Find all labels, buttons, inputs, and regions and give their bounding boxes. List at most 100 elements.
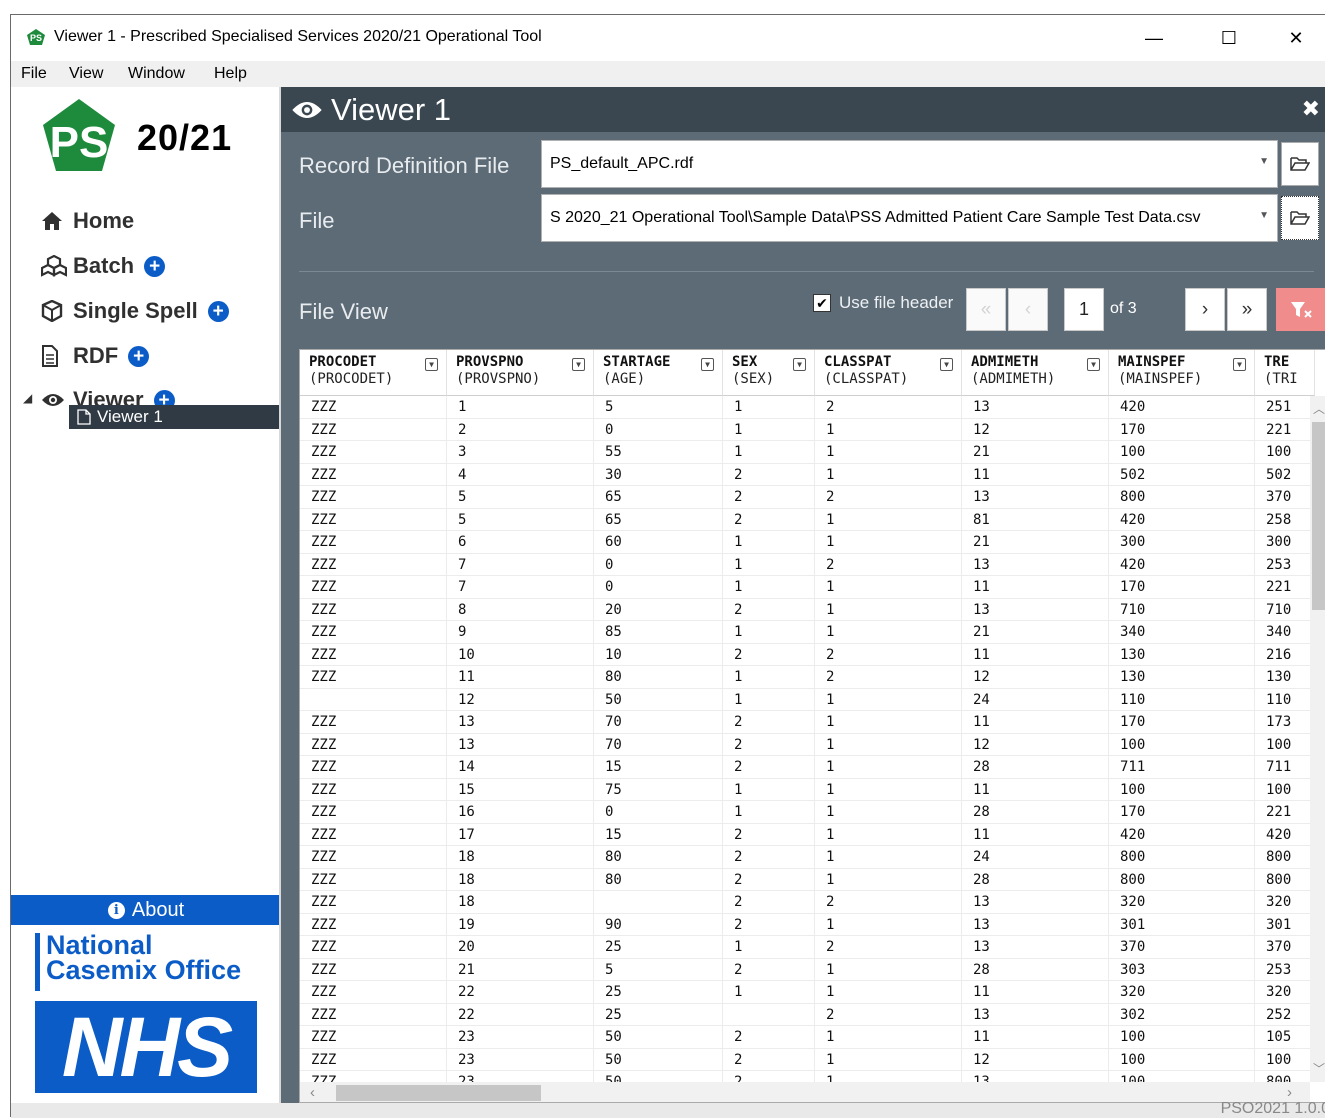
table-cell[interactable]: 13 [962,936,1109,959]
table-row[interactable]: ZZZ 20 25 1 2 13 370 370 [300,936,1310,959]
table-cell[interactable]: 12 [962,418,1109,441]
table-cell[interactable]: 1 [815,598,962,621]
menu-window[interactable]: Window [128,65,185,83]
table-cell[interactable]: ZZZ [300,981,447,1004]
tree-expand-icon[interactable]: ◢ [23,391,32,405]
table-cell[interactable]: 1 [815,733,962,756]
table-cell[interactable]: 2 [815,396,962,419]
scroll-down-icon[interactable]: ﹀ [1313,1060,1325,1077]
table-cell[interactable]: 18 [447,868,594,891]
table-cell[interactable]: 2 [723,1071,815,1082]
grid-body[interactable]: ZZZ 1 5 1 2 13 420 251 ZZZ 2 0 1 1 12 170 221 ZZZ 3 55 1 1 21… [300,396,1310,1082]
table-cell[interactable]: 252 [1255,1004,1310,1027]
table-cell[interactable]: 800 [1109,868,1255,891]
table-cell[interactable]: 1 [723,778,815,801]
table-cell[interactable]: 420 [1109,553,1255,576]
table-cell[interactable]: 2 [815,553,962,576]
table-cell[interactable]: 7 [447,576,594,599]
table-cell[interactable]: ZZZ [300,441,447,464]
table-cell[interactable]: 300 [1109,531,1255,554]
table-cell[interactable]: 2 [447,418,594,441]
table-cell[interactable]: 2 [723,913,815,936]
table-cell[interactable]: 251 [1255,396,1310,419]
horizontal-scrollbar[interactable]: ‹ › [300,1082,1310,1102]
table-cell[interactable]: 320 [1255,981,1310,1004]
table-cell[interactable]: 1 [723,801,815,824]
table-cell[interactable]: 6 [447,531,594,554]
table-cell[interactable]: 11 [962,1026,1109,1049]
table-cell[interactable]: 21 [962,531,1109,554]
table-cell[interactable]: 2 [815,891,962,914]
table-row[interactable]: ZZZ 23 50 2 1 12 100 100 [300,1048,1310,1071]
table-row[interactable]: ZZZ 9 85 1 1 21 340 340 [300,621,1310,644]
table-cell[interactable]: 10 [594,643,723,666]
table-row[interactable]: ZZZ 21 5 2 1 28 303 253 [300,958,1310,981]
table-cell[interactable]: 300 [1255,531,1310,554]
table-cell[interactable]: 13 [962,913,1109,936]
vertical-scroll-thumb[interactable] [1312,422,1325,610]
table-cell[interactable]: ZZZ [300,418,447,441]
table-cell[interactable]: 85 [594,621,723,644]
table-cell[interactable]: 303 [1109,958,1255,981]
table-cell[interactable]: 1 [723,531,815,554]
table-cell[interactable]: 711 [1109,756,1255,779]
table-cell[interactable]: 21 [962,441,1109,464]
table-cell[interactable]: 2 [723,868,815,891]
table-cell[interactable]: 1 [815,463,962,486]
table-cell[interactable]: 50 [594,1071,723,1082]
table-row[interactable]: ZZZ 22 25 1 1 11 320 320 [300,981,1310,1004]
table-cell[interactable]: ZZZ [300,1026,447,1049]
table-cell[interactable]: 253 [1255,554,1310,577]
table-row[interactable]: ZZZ 1 5 1 2 13 420 251 [300,396,1310,419]
table-cell[interactable]: ZZZ [300,823,447,846]
table-cell[interactable]: 1 [723,666,815,689]
table-cell[interactable]: 340 [1109,621,1255,644]
table-cell[interactable]: 5 [594,396,723,419]
table-cell[interactable]: 2 [723,846,815,869]
table-cell[interactable]: 2 [815,643,962,666]
column-header[interactable]: MAINSPEF (MAINSPEF) ▼ [1109,350,1255,396]
table-cell[interactable]: 1 [815,778,962,801]
first-page-button[interactable]: « [966,288,1006,331]
table-cell[interactable]: 710 [1255,599,1310,622]
table-cell[interactable]: ZZZ [300,868,447,891]
file-select[interactable]: S 2020_21 Operational Tool\Sample Data\P… [541,194,1278,242]
column-filter-icon[interactable]: ▼ [425,358,438,371]
table-cell[interactable]: 90 [594,913,723,936]
table-cell[interactable]: 8 [447,598,594,621]
table-cell[interactable]: 1 [815,508,962,531]
minimize-button[interactable]: — [1119,15,1189,61]
table-cell[interactable]: 15 [594,756,723,779]
table-row[interactable]: ZZZ 7 0 1 1 11 170 221 [300,576,1310,599]
table-cell[interactable]: 110 [1109,688,1255,711]
table-cell[interactable]: 13 [962,598,1109,621]
use-file-header-toggle[interactable]: ✔ Use file header [813,293,953,313]
sidebar-item-home[interactable]: Home [41,208,134,234]
table-cell[interactable]: 18 [447,846,594,869]
table-cell[interactable]: 65 [594,486,723,509]
table-cell[interactable]: 170 [1109,801,1255,824]
table-cell[interactable]: 1 [723,688,815,711]
prev-page-button[interactable]: ‹ [1008,288,1048,331]
table-cell[interactable]: 2 [815,936,962,959]
table-cell[interactable]: 1 [815,823,962,846]
table-row[interactable]: ZZZ 10 10 2 2 11 130 216 [300,643,1310,666]
table-row[interactable]: ZZZ 17 15 2 1 11 420 420 [300,823,1310,846]
table-cell[interactable]: 11 [447,666,594,689]
table-cell[interactable]: ZZZ [300,913,447,936]
table-cell[interactable]: 80 [594,868,723,891]
table-cell[interactable]: 173 [1255,711,1310,734]
table-cell[interactable]: 1 [815,846,962,869]
table-row[interactable]: ZZZ 14 15 2 1 28 711 711 [300,756,1310,779]
menu-help[interactable]: Help [214,65,247,83]
sidebar-item-batch[interactable]: Batch + [41,253,166,279]
close-button[interactable]: ✕ [1261,15,1325,61]
table-cell[interactable]: 2 [723,958,815,981]
table-cell[interactable]: 170 [1109,711,1255,734]
table-cell[interactable]: 100 [1109,778,1255,801]
table-cell[interactable]: 1 [815,1071,962,1082]
table-cell[interactable]: 75 [594,778,723,801]
table-cell[interactable]: 1 [815,958,962,981]
table-cell[interactable]: 5 [447,508,594,531]
table-cell[interactable]: 28 [962,756,1109,779]
